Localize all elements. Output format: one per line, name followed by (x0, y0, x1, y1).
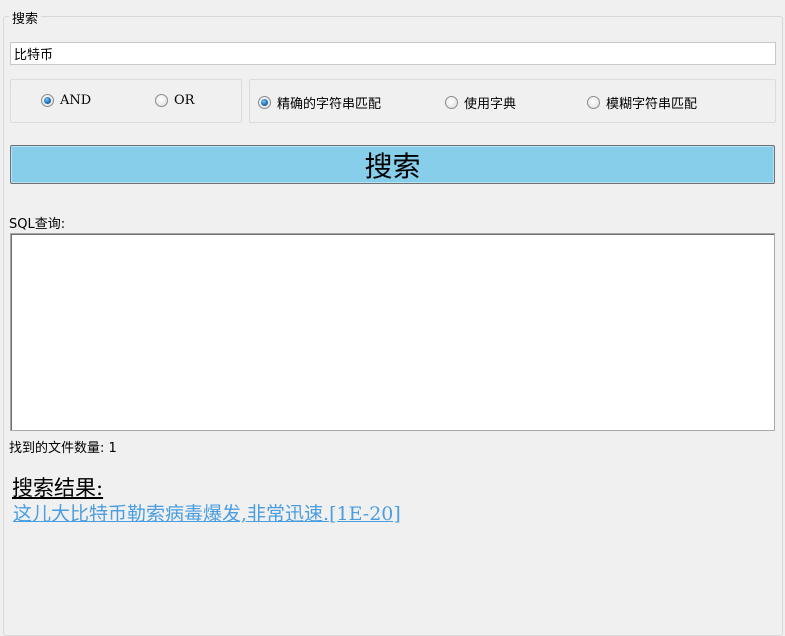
radio-fuzzy-match-label: 模糊字符串匹配 (606, 97, 698, 112)
radio-and[interactable]: AND (41, 93, 91, 108)
radio-fuzzy-match-indicator[interactable] (587, 96, 600, 109)
radio-use-dictionary[interactable]: 使用字典 (445, 93, 516, 112)
radio-or-label: OR (174, 93, 195, 108)
radio-or[interactable]: OR (155, 93, 194, 108)
radio-use-dictionary-label: 使用字典 (464, 97, 517, 112)
result-count-label: 找到的文件数量: 1 (9, 441, 117, 456)
logic-options-panel: AND OR (10, 79, 242, 123)
sql-query-textarea[interactable] (10, 233, 775, 431)
sql-query-label: SQL查询: (9, 217, 66, 232)
result-link[interactable]: 这儿大比特币勒索病毒爆发,非常迅速.[1E-20] (13, 499, 401, 526)
radio-and-label: AND (60, 93, 92, 108)
radio-use-dictionary-indicator[interactable] (445, 96, 458, 109)
radio-fuzzy-match[interactable]: 模糊字符串匹配 (587, 93, 697, 112)
radio-exact-match[interactable]: 精确的字符串匹配 (258, 93, 381, 112)
search-group-title: 搜索 (9, 8, 42, 27)
results-heading: 搜索结果: (12, 476, 104, 500)
radio-exact-match-indicator[interactable] (258, 96, 271, 109)
radio-or-indicator[interactable] (155, 94, 168, 107)
radio-exact-match-label: 精确的字符串匹配 (277, 97, 382, 112)
search-input[interactable] (10, 42, 776, 65)
match-options-panel: 精确的字符串匹配 使用字典 模糊字符串匹配 (249, 79, 776, 123)
search-button[interactable]: 搜索 (10, 145, 775, 184)
radio-and-indicator[interactable] (41, 94, 54, 107)
